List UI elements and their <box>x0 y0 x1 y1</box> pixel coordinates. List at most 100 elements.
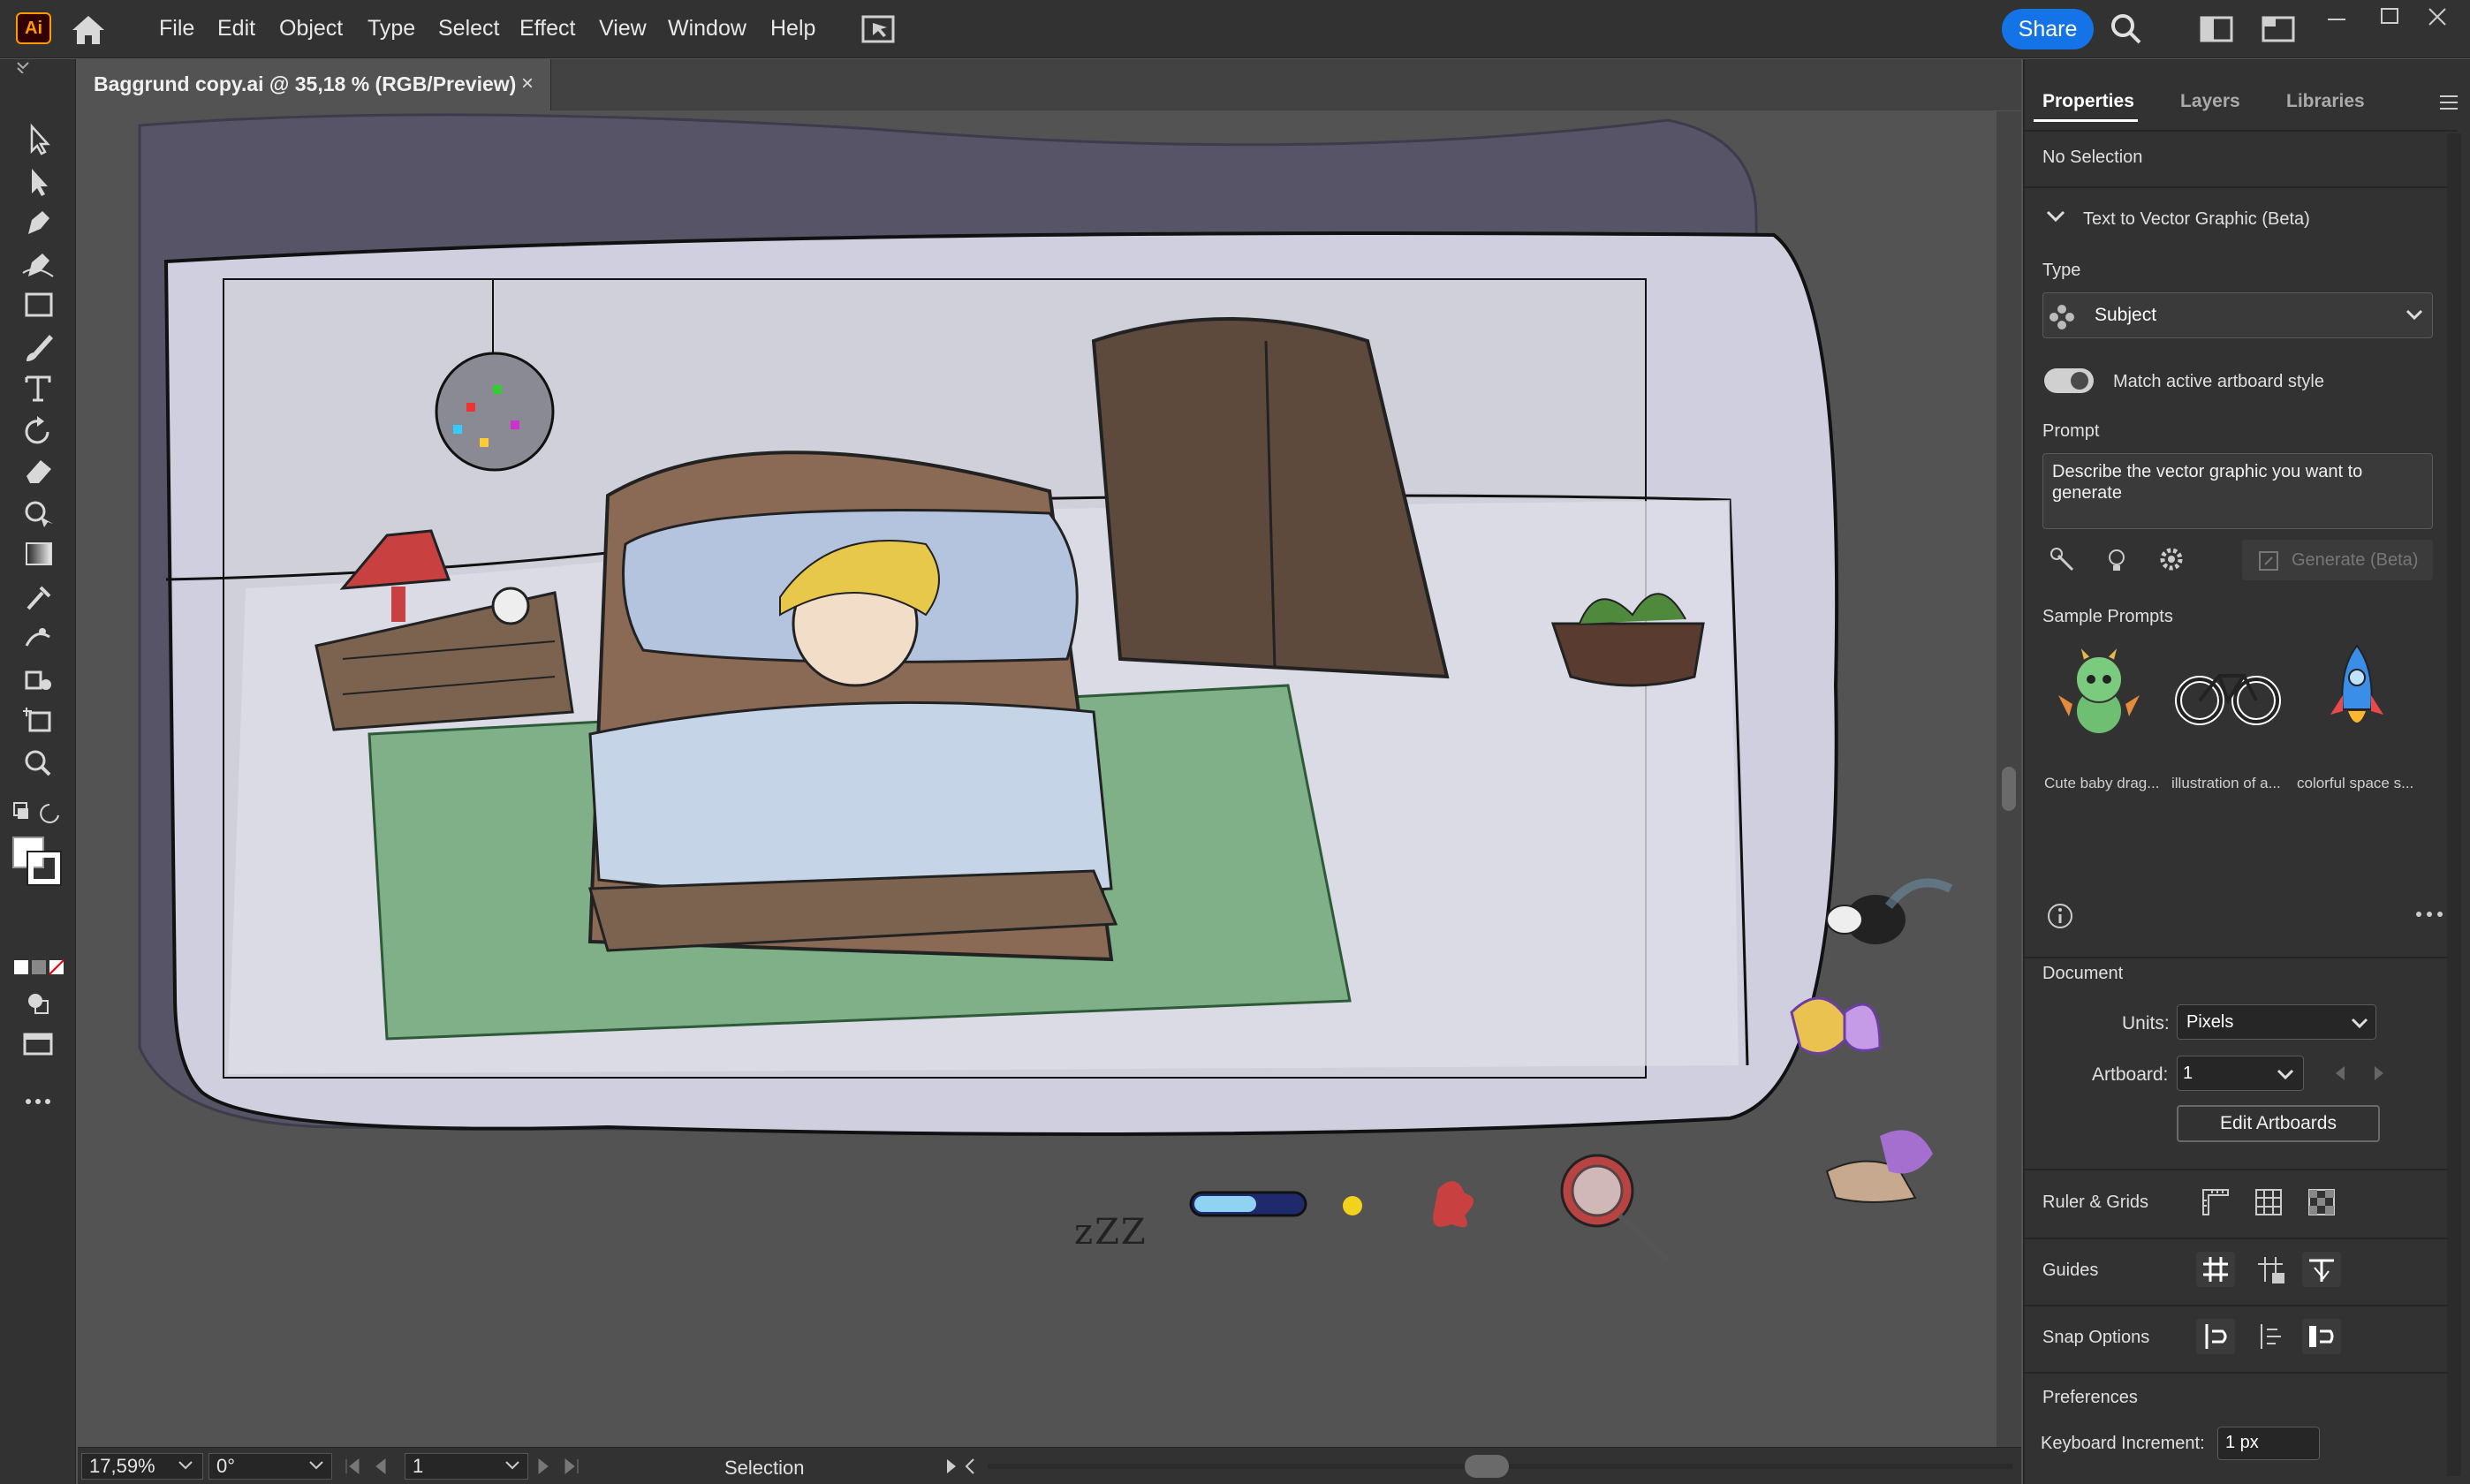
chevron-down-icon[interactable] <box>2046 209 2065 223</box>
draw-mode-icon[interactable] <box>18 985 58 1020</box>
next-last-artboard-icon[interactable] <box>519 1457 581 1476</box>
menu-file[interactable]: File <box>159 16 194 42</box>
transparency-grid-icon[interactable] <box>2304 1185 2339 1220</box>
divider <box>2025 186 2458 188</box>
sample-label: illustration of a... <box>2171 775 2281 791</box>
direct-selection-tool-icon[interactable] <box>18 163 58 199</box>
close-tab-icon[interactable]: × <box>521 72 534 96</box>
more-tools-icon[interactable] <box>18 1084 58 1119</box>
units-dropdown[interactable]: Pixels <box>2177 1004 2376 1040</box>
symbol-sprayer-tool-icon[interactable] <box>18 662 58 697</box>
first-previous-artboard-icon[interactable] <box>343 1457 405 1476</box>
sample-prompt-rocket[interactable]: colorful space s... <box>2295 642 2415 801</box>
rotate-tool-icon[interactable] <box>18 413 58 448</box>
snap-to-glyph-button[interactable] <box>2302 1319 2341 1354</box>
artboard-dropdown-icon[interactable] <box>504 1458 521 1473</box>
menu-object[interactable]: Object <box>279 16 343 42</box>
close-window-icon[interactable] <box>2426 5 2449 28</box>
prompt-textarea[interactable]: Describe the vector graphic you want to … <box>2042 453 2433 529</box>
curvature-tool-icon[interactable] <box>18 246 58 282</box>
eyedropper-tool-icon[interactable] <box>18 579 58 614</box>
type-value: Subject <box>2095 305 2157 325</box>
zoom-dropdown-icon[interactable] <box>177 1458 194 1473</box>
tab-layers[interactable]: Layers <box>2180 91 2240 112</box>
document-section-label: Document <box>2042 964 2124 983</box>
home-icon[interactable] <box>69 12 108 48</box>
type-dropdown[interactable]: Subject <box>2042 292 2433 338</box>
sleep-zzz-text: zZZ <box>1074 1212 1148 1253</box>
generate-button[interactable]: Generate (Beta) <box>2242 540 2433 580</box>
sample-prompt-dragon[interactable]: Cute baby drag... <box>2039 642 2159 801</box>
canvas-vertical-scrollbar[interactable] <box>1996 111 2021 1447</box>
horizontal-scroll-thumb[interactable] <box>1465 1455 1509 1478</box>
selection-status: No Selection <box>2042 148 2143 167</box>
gradient-tool-icon[interactable] <box>18 536 58 572</box>
eraser-tool-icon[interactable] <box>18 453 58 488</box>
puppet-warp-tool-icon[interactable] <box>18 619 58 655</box>
color-mode-icons[interactable] <box>12 958 65 976</box>
app-logo: Ai <box>16 12 51 44</box>
bicycle-icon <box>2175 674 2281 725</box>
tab-properties[interactable]: Properties <box>2042 91 2134 112</box>
menu-effect[interactable]: Effect <box>519 16 575 42</box>
style-picker-icon[interactable] <box>2046 543 2078 575</box>
panel-layout-icon[interactable] <box>2262 16 2295 42</box>
selection-tool-icon[interactable] <box>18 121 58 156</box>
tab-libraries[interactable]: Libraries <box>2286 91 2365 112</box>
show-guides-button[interactable] <box>2196 1252 2235 1287</box>
units-value: Pixels <box>2186 1012 2234 1032</box>
snap-to-point-button[interactable] <box>2196 1319 2235 1354</box>
menu-type[interactable]: Type <box>367 16 415 42</box>
menu-view[interactable]: View <box>599 16 647 42</box>
document-tab[interactable]: Baggrund copy.ai @ 35,18 % (RGB/Preview)… <box>78 59 551 110</box>
lightbulb-icon[interactable] <box>2101 543 2133 575</box>
maximize-icon[interactable] <box>2378 5 2401 28</box>
artboard-tool-icon[interactable] <box>18 702 58 738</box>
rotation-dropdown-icon[interactable] <box>307 1458 325 1473</box>
search-icon[interactable] <box>2110 12 2143 46</box>
active-tab-indicator <box>2034 119 2138 122</box>
smart-guides-button[interactable] <box>2302 1252 2341 1287</box>
sample-prompt-bicycle[interactable]: illustration of a... <box>2168 642 2288 801</box>
artboard-prev-next-icon[interactable] <box>2329 1063 2390 1084</box>
artboard-dropdown[interactable]: 1 <box>2177 1056 2304 1091</box>
snap-options-label: Snap Options <box>2042 1328 2150 1347</box>
status-menu-arrows-icon[interactable] <box>943 1457 979 1476</box>
info-icon[interactable] <box>2046 902 2074 930</box>
arrange-documents-icon[interactable] <box>860 14 896 44</box>
stroke-color-swatch[interactable] <box>27 851 62 886</box>
canvas-area[interactable]: zZZ <box>78 111 1996 1447</box>
vertical-scroll-thumb[interactable] <box>2002 767 2016 811</box>
swap-fill-stroke-icon[interactable] <box>9 799 71 826</box>
menu-window[interactable]: Window <box>668 16 746 42</box>
lock-guides-icon[interactable] <box>2251 1252 2290 1287</box>
menu-select[interactable]: Select <box>438 16 499 42</box>
screen-mode-icon[interactable] <box>18 1027 58 1063</box>
collapse-toolbar-icon[interactable] <box>14 59 32 73</box>
edit-artboards-button[interactable]: Edit Artboards <box>2177 1105 2380 1142</box>
menu-edit[interactable]: Edit <box>217 16 255 42</box>
pen-tool-icon[interactable] <box>18 204 58 239</box>
type-tool-icon[interactable] <box>18 370 58 405</box>
panel-menu-icon[interactable] <box>2438 93 2459 112</box>
workspace-switcher-icon[interactable] <box>2200 16 2233 42</box>
minimize-icon[interactable] <box>2325 7 2348 30</box>
snap-to-pixel-icon[interactable] <box>2251 1319 2290 1354</box>
shape-builder-tool-icon[interactable] <box>18 496 58 531</box>
ruler-icon[interactable] <box>2198 1185 2233 1220</box>
zoom-tool-icon[interactable] <box>18 745 58 780</box>
settings-gear-icon[interactable] <box>2156 543 2187 575</box>
grid-icon[interactable] <box>2251 1185 2286 1220</box>
match-style-toggle[interactable] <box>2044 368 2094 393</box>
generate-label: Generate (Beta) <box>2292 550 2419 570</box>
keyboard-increment-field[interactable]: 1 px <box>2217 1427 2320 1460</box>
paintbrush-tool-icon[interactable] <box>18 329 58 365</box>
more-options-icon[interactable] <box>2413 907 2445 921</box>
preferences-label: Preferences <box>2042 1388 2138 1407</box>
share-button[interactable]: Share <box>2002 9 2094 49</box>
prompt-label: Prompt <box>2042 421 2100 441</box>
menu-help[interactable]: Help <box>770 16 815 42</box>
tools-panel <box>0 59 76 1484</box>
rectangle-tool-icon[interactable] <box>18 287 58 322</box>
panel-scrollbar[interactable] <box>2447 133 2461 1476</box>
